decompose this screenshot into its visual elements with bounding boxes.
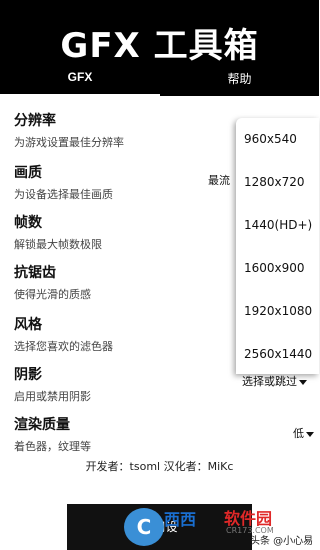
resolution-option[interactable]: 960x540 bbox=[244, 132, 297, 146]
setting-title: 渲染质量 bbox=[14, 417, 70, 433]
watermark: C 西西 软件园 CR173.COM 头条 @小心易乐 bbox=[124, 504, 319, 550]
render-quality-value: 低 bbox=[293, 427, 304, 440]
setting-fps[interactable]: 帧数 解锁最大帧数极限 bbox=[14, 212, 102, 252]
setting-desc: 启用或禁用阴影 bbox=[14, 390, 91, 403]
setting-desc: 选择您喜欢的滤色器 bbox=[14, 340, 113, 353]
watermark-brand-blue: 西西 bbox=[164, 510, 197, 529]
resolution-option[interactable]: 1920x1080 bbox=[244, 304, 312, 318]
setting-title: 分辨率 bbox=[14, 113, 56, 129]
setting-title: 风格 bbox=[14, 317, 42, 333]
graphics-value[interactable]: 最流 bbox=[208, 172, 230, 188]
setting-desc: 使得光滑的质感 bbox=[14, 288, 91, 301]
chevron-down-icon bbox=[306, 431, 314, 437]
setting-style[interactable]: 风格 选择您喜欢的滤色器 bbox=[14, 314, 113, 354]
resolution-option[interactable]: 1600x900 bbox=[244, 261, 305, 275]
setting-render-quality[interactable]: 渲染质量 着色器，纹理等 bbox=[14, 414, 91, 454]
shadow-value: 选择或跳过 bbox=[242, 375, 297, 388]
active-tab-indicator bbox=[0, 94, 160, 96]
setting-title: 画质 bbox=[14, 165, 42, 181]
credits: 开发者：tsoml 汉化者：MiKc bbox=[85, 460, 234, 473]
setting-title: 抗锯齿 bbox=[14, 265, 56, 281]
chevron-down-icon bbox=[299, 379, 307, 385]
app-title: GFX 工具箱 bbox=[60, 26, 259, 66]
app-header: GFX 工具箱 GFX 帮助 bbox=[0, 0, 319, 96]
setting-title: 帧数 bbox=[14, 215, 42, 231]
shadow-select[interactable]: 选择或跳过 bbox=[242, 373, 307, 389]
setting-desc: 为设备选择最佳画质 bbox=[14, 188, 113, 201]
tab-help[interactable]: 帮助 bbox=[160, 70, 319, 96]
watermark-credit: 头条 @小心易乐 bbox=[250, 536, 314, 547]
render-quality-select[interactable]: 低 bbox=[293, 425, 314, 441]
watermark-logo-icon: C bbox=[124, 508, 164, 546]
setting-graphics[interactable]: 画质 为设备选择最佳画质 bbox=[14, 162, 113, 202]
setting-resolution[interactable]: 分辨率 为游戏设置最佳分辨率 bbox=[14, 110, 124, 150]
resolution-dropdown: 960x540 1280x720 1440(HD+) 1600x900 1920… bbox=[236, 118, 319, 374]
setting-antialiasing[interactable]: 抗锯齿 使得光滑的质感 bbox=[14, 262, 91, 302]
resolution-option[interactable]: 1440(HD+) bbox=[244, 218, 312, 232]
resolution-option[interactable]: 2560x1440 bbox=[244, 347, 312, 361]
tab-gfx[interactable]: GFX bbox=[0, 70, 160, 96]
setting-desc: 解锁最大帧数极限 bbox=[14, 238, 102, 251]
resolution-option[interactable]: 1280x720 bbox=[244, 175, 305, 189]
setting-title: 阴影 bbox=[14, 367, 42, 383]
setting-desc: 为游戏设置最佳分辨率 bbox=[14, 136, 124, 149]
setting-shadow[interactable]: 阴影 启用或禁用阴影 bbox=[14, 364, 91, 404]
setting-desc: 着色器，纹理等 bbox=[14, 440, 91, 453]
